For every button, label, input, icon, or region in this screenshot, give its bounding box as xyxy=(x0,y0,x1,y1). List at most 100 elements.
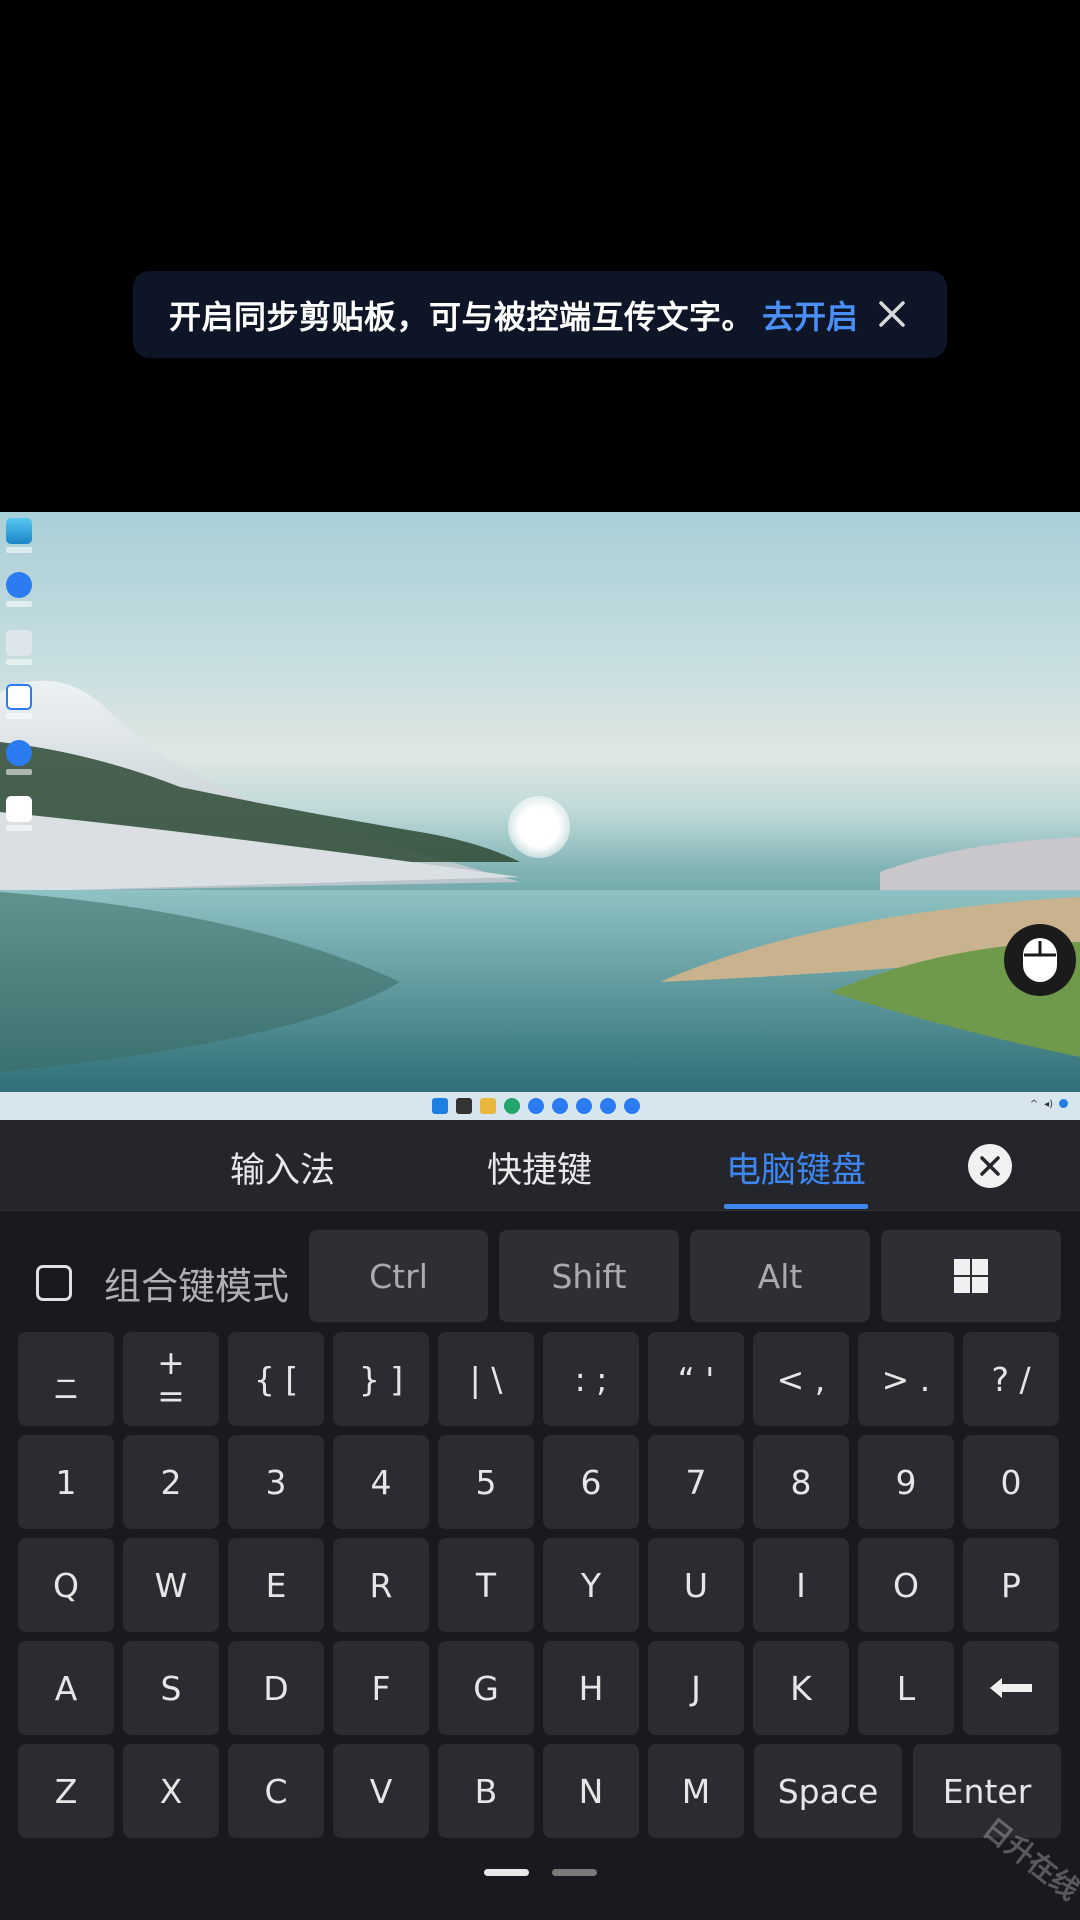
key-letter[interactable]: V xyxy=(333,1744,429,1838)
sun xyxy=(508,796,570,858)
key-space[interactable]: Space xyxy=(754,1744,902,1838)
folder-icon[interactable] xyxy=(480,1098,496,1114)
combo-mode-label: 组合键模式 xyxy=(104,1265,289,1308)
desktop-icon-label xyxy=(6,659,32,665)
key-symbol[interactable]: : ; xyxy=(543,1332,639,1426)
key-symbol[interactable]: > . xyxy=(858,1332,954,1426)
mouse-mode-button[interactable] xyxy=(1004,924,1076,996)
backspace-arrow-icon xyxy=(990,1678,1032,1698)
key-letter[interactable]: O xyxy=(858,1538,954,1632)
key-digit[interactable]: 7 xyxy=(648,1435,744,1529)
close-icon[interactable] xyxy=(875,297,909,331)
system-tray[interactable]: ^ ◂) xyxy=(1030,1099,1068,1110)
key-letter[interactable]: L xyxy=(858,1641,954,1735)
desktop-icon-this-pc[interactable] xyxy=(6,518,36,553)
enable-clipboard-link[interactable]: 去开启 xyxy=(762,292,858,338)
key-symbol[interactable]: { [ xyxy=(228,1332,324,1426)
page-indicator-active xyxy=(484,1869,529,1876)
key-symbol[interactable]: ? / xyxy=(963,1332,1059,1426)
combo-mode-toggle[interactable]: 组合键模式 xyxy=(36,1256,289,1310)
key-backspace[interactable] xyxy=(963,1641,1059,1735)
key-letter[interactable]: E xyxy=(228,1538,324,1632)
desktop-icon-label xyxy=(6,713,32,719)
key-symbol[interactable]: + = xyxy=(123,1332,219,1426)
key-letter[interactable]: J xyxy=(648,1641,744,1735)
key-letter[interactable]: Y xyxy=(543,1538,639,1632)
key-digit[interactable]: 2 xyxy=(123,1435,219,1529)
key-digit[interactable]: 0 xyxy=(963,1435,1059,1529)
clipboard-sync-toast: 开启同步剪贴板，可与被控端互传文字。 去开启 xyxy=(133,271,947,358)
key-letter[interactable]: A xyxy=(18,1641,114,1735)
desktop-icon-recycle-bin[interactable] xyxy=(6,630,36,665)
key-digit[interactable]: 8 xyxy=(753,1435,849,1529)
key-symbol[interactable]: < , xyxy=(753,1332,849,1426)
active-tab-indicator xyxy=(724,1204,868,1209)
key-letter[interactable]: R xyxy=(333,1538,429,1632)
desktop-icon-label xyxy=(6,769,32,775)
key-symbol[interactable]: _ − xyxy=(18,1332,114,1426)
key-digit[interactable]: 4 xyxy=(333,1435,429,1529)
key-letter[interactable]: G xyxy=(438,1641,534,1735)
start-icon[interactable] xyxy=(432,1098,448,1114)
tab-shortcuts[interactable]: 快捷键 xyxy=(487,1142,592,1193)
key-letter[interactable]: N xyxy=(543,1744,639,1838)
key-digit[interactable]: 9 xyxy=(858,1435,954,1529)
combo-mode-checkbox[interactable] xyxy=(36,1265,72,1301)
key-letter[interactable]: T xyxy=(438,1538,534,1632)
key-letter[interactable]: I xyxy=(753,1538,849,1632)
key-letter[interactable]: F xyxy=(333,1641,429,1735)
key-letter[interactable]: D xyxy=(228,1641,324,1735)
key-letter[interactable]: P xyxy=(963,1538,1059,1632)
key-letter[interactable]: Z xyxy=(18,1744,114,1838)
app-icon xyxy=(6,572,32,598)
key-shift[interactable]: Shift xyxy=(499,1230,679,1322)
app-icon[interactable] xyxy=(528,1098,544,1114)
key-letter[interactable]: W xyxy=(123,1538,219,1632)
key-letter[interactable]: H xyxy=(543,1641,639,1735)
tab-input-method[interactable]: 输入法 xyxy=(230,1142,335,1193)
key-letter[interactable]: S xyxy=(123,1641,219,1735)
edge-icon[interactable] xyxy=(504,1098,520,1114)
key-windows[interactable] xyxy=(881,1230,1061,1322)
app-icon[interactable] xyxy=(624,1098,640,1114)
windows-logo-icon xyxy=(954,1259,988,1293)
key-letter[interactable]: K xyxy=(753,1641,849,1735)
chevron-up-icon[interactable]: ^ xyxy=(1030,1099,1038,1110)
desktop-icon-label xyxy=(6,601,32,607)
app-icon[interactable] xyxy=(552,1098,568,1114)
key-letter[interactable]: X xyxy=(123,1744,219,1838)
desktop-icon-app-1[interactable] xyxy=(6,572,36,607)
mouse-icon xyxy=(1023,938,1057,982)
notification-icon[interactable] xyxy=(1059,1099,1068,1108)
key-digit[interactable]: 6 xyxy=(543,1435,639,1529)
key-digit[interactable]: 5 xyxy=(438,1435,534,1529)
app-icon[interactable] xyxy=(576,1098,592,1114)
desktop-icon-app-2[interactable] xyxy=(6,684,36,719)
key-letter[interactable]: C xyxy=(228,1744,324,1838)
toast-message: 开启同步剪贴板，可与被控端互传文字。 xyxy=(169,297,755,336)
key-ctrl[interactable]: Ctrl xyxy=(309,1230,488,1322)
task-view-icon[interactable] xyxy=(456,1098,472,1114)
key-symbol[interactable]: | \ xyxy=(438,1332,534,1426)
page-indicator xyxy=(552,1869,597,1876)
key-digit[interactable]: 3 xyxy=(228,1435,324,1529)
key-letter[interactable]: Q xyxy=(18,1538,114,1632)
key-letter[interactable]: U xyxy=(648,1538,744,1632)
key-letter[interactable]: M xyxy=(648,1744,744,1838)
key-letter[interactable]: B xyxy=(438,1744,534,1838)
keyboard-tabs: 输入法 快捷键 电脑键盘 xyxy=(0,1120,1080,1211)
remote-desktop-view[interactable] xyxy=(0,512,1080,1092)
remote-taskbar: ^ ◂) xyxy=(0,1092,1080,1120)
app-icon[interactable] xyxy=(600,1098,616,1114)
circle-close-icon[interactable] xyxy=(968,1144,1012,1188)
key-symbol[interactable]: “ ' xyxy=(648,1332,744,1426)
volume-icon[interactable]: ◂) xyxy=(1044,1099,1053,1110)
desktop-icon-label xyxy=(6,825,32,831)
key-alt[interactable]: Alt xyxy=(690,1230,870,1322)
key-digit[interactable]: 1 xyxy=(18,1435,114,1529)
desktop-icon-app-3[interactable] xyxy=(6,740,36,775)
key-symbol[interactable]: } ] xyxy=(333,1332,429,1426)
tab-pc-keyboard[interactable]: 电脑键盘 xyxy=(726,1142,866,1193)
desktop-icon-app-4[interactable] xyxy=(6,796,36,831)
recycle-bin-icon xyxy=(6,630,32,656)
